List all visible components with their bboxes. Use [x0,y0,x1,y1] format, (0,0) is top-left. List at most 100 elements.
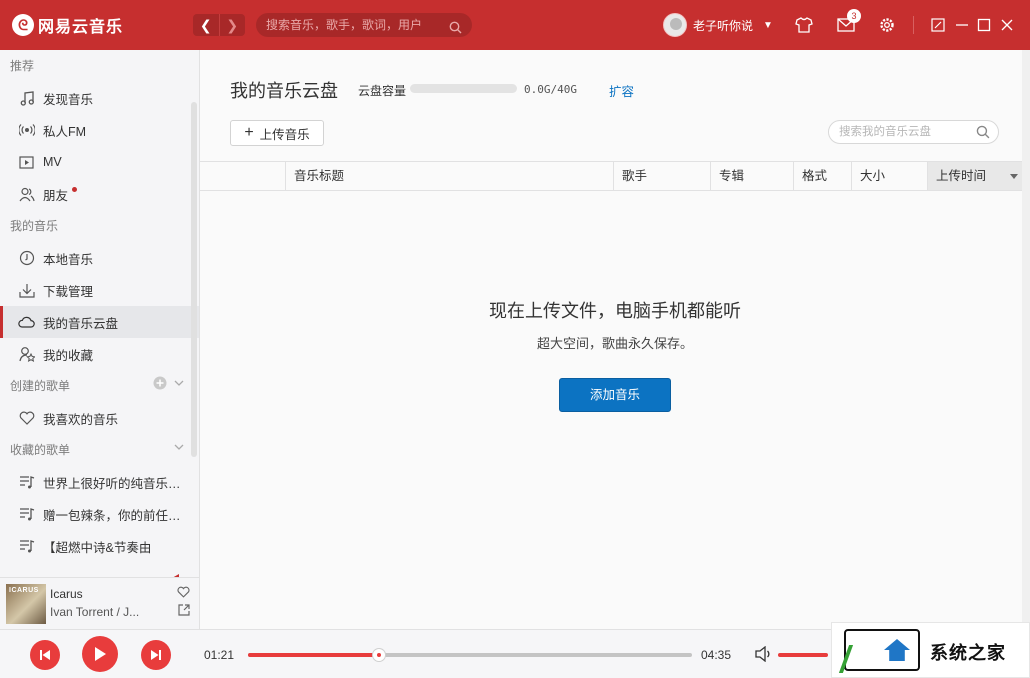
column-header-upload-time-label: 上传时间 [936,169,987,183]
download-icon [18,282,35,299]
column-header-album[interactable]: 专辑 [710,162,793,190]
progress-bar[interactable] [248,648,692,662]
sidebar-item-label: 我的收藏 [43,348,94,363]
next-track-button[interactable] [141,640,171,670]
column-header-format[interactable]: 格式 [793,162,851,190]
sidebar-item-discover[interactable]: 发现音乐 [0,82,199,114]
sidebar-item-label: 【超燃中诗&节奏由 [43,540,152,555]
title-bar: ᘓ 网易云音乐 ❮ ❯ 搜索音乐，歌手，歌词，用户 老子听你说 ▼ 3 [0,0,1030,50]
playlist-icon [18,506,35,523]
search-placeholder: 搜索音乐，歌手，歌词，用户 [266,18,423,32]
playlist-icon [18,538,35,555]
expand-capacity-link[interactable]: 扩容 [609,81,634,100]
username[interactable]: 老子听你说 [693,17,753,34]
music-note-icon [18,90,35,107]
section-tools [173,434,185,466]
progress-handle[interactable] [371,648,386,662]
cloud-search-input[interactable]: 搜索我的音乐云盘 [828,120,999,144]
album-cover[interactable]: ICARUS [6,584,46,624]
now-playing-panel[interactable]: ICARUS Icarus Ivan Torrent / J... [0,577,200,629]
column-header-upload-time[interactable]: 上传时间 [927,162,1022,190]
sidebar-item-friends[interactable]: 朋友 [0,178,199,210]
sidebar-item-playlist[interactable]: 【超燃中诗&节奏由 [0,530,199,562]
search-icon[interactable] [449,18,462,42]
back-button[interactable]: ❮ [193,14,220,36]
main-scrollbar[interactable] [1022,50,1030,629]
heart-icon[interactable] [177,586,190,601]
capacity-label: 云盘容量 [358,84,407,98]
skin-icon[interactable] [793,14,815,36]
section-title-saved-playlists: 收藏的歌单 [0,434,199,466]
sidebar: 推荐 发现音乐 私人FM MV 朋友 我的音乐 本地音乐 下载管理 我的音乐云盘… [0,50,200,577]
sidebar-item-downloads[interactable]: 下载管理 [0,274,199,306]
sidebar-item-label: MV [43,155,62,169]
global-search-input[interactable]: 搜索音乐，歌手，歌词，用户 [256,13,472,37]
cloud-search-placeholder: 搜索我的音乐云盘 [839,126,931,138]
track-artist[interactable]: Ivan Torrent / J... [50,605,139,619]
history-nav: ❮ ❯ [193,14,245,36]
add-music-button[interactable]: 添加音乐 [559,378,671,412]
elapsed-time: 01:21 [204,648,235,662]
total-duration: 04:35 [701,648,732,662]
cloud-icon [18,314,35,331]
sidebar-item-mv[interactable]: MV [0,146,199,178]
chevron-down-icon[interactable] [173,370,185,402]
sidebar-item-label: 私人FM [43,124,87,139]
sidebar-item-playlist[interactable]: 赠一包辣条，你的前任听… [0,498,199,530]
column-header-title[interactable]: 音乐标题 [285,162,613,190]
forward-button[interactable]: ❯ [220,14,246,36]
plus-icon: + [244,124,254,141]
cover-text: ICARUS [9,587,39,594]
app-window: ᘓ 网易云音乐 ❮ ❯ 搜索音乐，歌手，歌词，用户 老子听你说 ▼ 3 推荐 发… [0,0,1030,678]
track-title[interactable]: Icarus [50,587,83,601]
share-icon[interactable] [178,604,190,619]
sidebar-item-liked-music[interactable]: 我喜欢的音乐 [0,402,199,434]
mini-mode-icon[interactable] [927,14,949,36]
previous-icon [40,650,50,660]
sidebar-item-label: 赠一包辣条，你的前任听… [43,508,188,523]
next-icon [151,650,161,660]
sidebar-item-playlist[interactable]: 世界上很好听的纯音乐（… [0,466,199,498]
radio-icon [18,122,35,139]
watermark: 系统之家 [831,622,1030,678]
progress-fill [248,653,379,657]
add-playlist-icon[interactable] [153,370,167,402]
collection-icon [18,346,35,363]
maximize-icon[interactable] [973,14,995,36]
section-title-recommend: 推荐 [10,59,35,73]
sidebar-item-label: 我喜欢的音乐 [43,412,119,427]
chevron-down-icon[interactable] [173,434,185,466]
column-header-singer[interactable]: 歌手 [613,162,710,190]
volume-icon[interactable] [755,645,773,665]
video-icon [18,154,35,171]
watermark-text: 系统之家 [930,643,1006,663]
minimize-icon[interactable] [951,14,973,36]
empty-state-subtitle: 超大空间，歌曲永久保存。 [536,336,693,351]
titlebar-divider [913,16,914,34]
upload-music-button[interactable]: + 上传音乐 [230,120,324,146]
avatar[interactable] [663,13,687,37]
sidebar-item-collection[interactable]: 我的收藏 [0,338,199,370]
previous-track-button[interactable] [30,640,60,670]
user-menu[interactable]: 老子听你说 ▼ [663,13,773,37]
column-header-size[interactable]: 大小 [851,162,927,190]
sidebar-item-fm[interactable]: 私人FM [0,114,199,146]
app-name: 网易云音乐 [38,19,124,36]
page-title: 我的音乐云盘 [230,81,338,101]
sidebar-item-local-music[interactable]: 本地音乐 [0,242,199,274]
search-icon[interactable] [976,125,990,147]
sidebar-item-label: 世界上很好听的纯音乐（… [43,476,188,491]
watermark-logo-icon [844,629,920,671]
caret-down-icon[interactable]: ▼ [763,20,773,31]
sidebar-item-cloud[interactable]: 我的音乐云盘 [0,306,199,338]
app-logo[interactable]: ᘓ 网易云音乐 [12,13,123,37]
volume-slider[interactable] [778,653,828,657]
section-title-label: 收藏的歌单 [10,443,71,457]
play-button[interactable] [82,636,118,672]
close-icon[interactable] [996,14,1018,36]
empty-state-title: 现在上传文件，电脑手机都能听 [489,301,741,321]
netease-logo-icon: ᘓ [12,14,34,36]
sidebar-item-label: 我的音乐云盘 [43,316,119,331]
settings-gear-icon[interactable] [876,14,898,36]
sidebar-scrollbar[interactable] [191,102,197,457]
